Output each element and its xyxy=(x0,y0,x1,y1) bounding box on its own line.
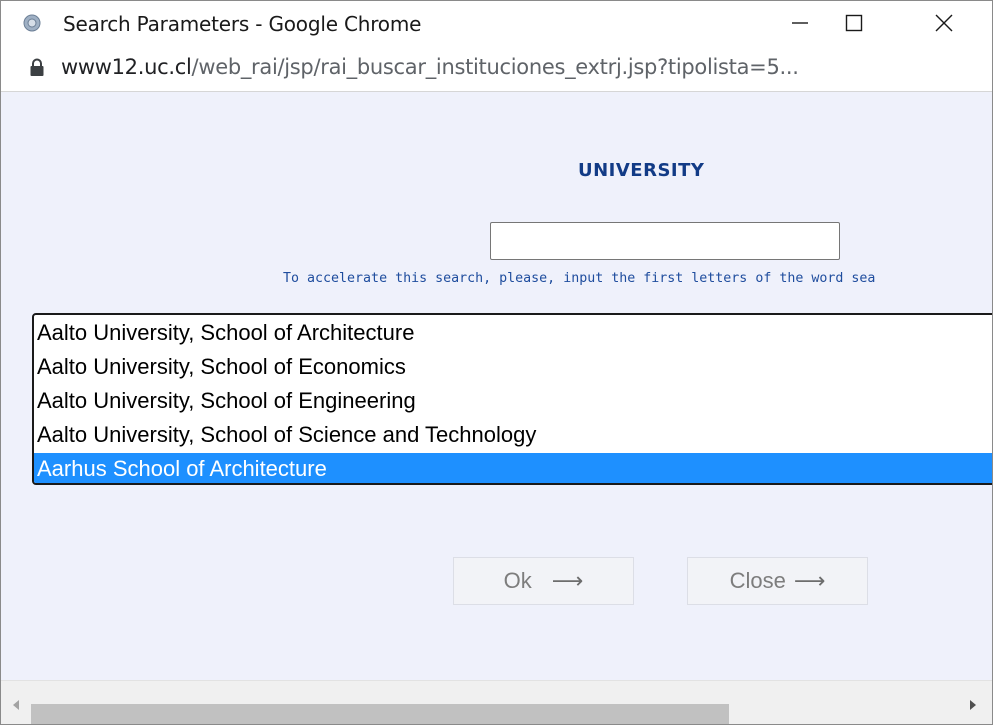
title-bar[interactable]: Search Parameters - Google Chrome xyxy=(1,1,992,45)
scrollbar-thumb[interactable] xyxy=(31,704,729,724)
url-host: www12.uc.cl xyxy=(61,55,192,79)
scroll-left-arrow-icon[interactable] xyxy=(11,698,21,716)
close-button-label: Close xyxy=(729,568,786,593)
close-window-button[interactable] xyxy=(914,1,974,45)
url-text[interactable]: www12.uc.cl/web_rai/jsp/rai_buscar_insti… xyxy=(61,55,799,79)
maximize-button[interactable] xyxy=(824,1,884,45)
horizontal-scrollbar[interactable] xyxy=(1,680,992,724)
window-title: Search Parameters - Google Chrome xyxy=(63,12,422,36)
list-item[interactable]: Aalto University, School of Science and … xyxy=(34,419,992,453)
browser-popup-window: Search Parameters - Google Chrome www12. xyxy=(0,0,993,725)
page-title: UNIVERSITY xyxy=(578,160,705,181)
minimize-button[interactable] xyxy=(770,1,830,45)
university-listbox[interactable]: Aalto University, School of Architecture… xyxy=(32,313,992,485)
search-hint: To accelerate this search, please, input… xyxy=(283,271,876,286)
close-icon xyxy=(935,14,953,32)
minimize-icon xyxy=(791,14,809,32)
list-item[interactable]: Aalto University, School of Engineering xyxy=(34,385,992,419)
list-item[interactable]: Aalto University, School of Economics xyxy=(34,351,992,385)
ok-button-label: Ok xyxy=(503,568,532,593)
url-path: /web_rai/jsp/rai_buscar_instituciones_ex… xyxy=(191,55,799,79)
close-button[interactable]: Close ⟶ xyxy=(687,557,868,605)
address-bar[interactable]: www12.uc.cl/web_rai/jsp/rai_buscar_insti… xyxy=(1,45,992,92)
ok-button[interactable]: Ok ⟶ xyxy=(453,557,634,605)
search-input[interactable] xyxy=(490,222,840,260)
list-item[interactable]: Aalto University, School of Architecture xyxy=(34,317,992,351)
page-content: UNIVERSITY To accelerate this search, pl… xyxy=(1,92,992,680)
scroll-right-arrow-icon[interactable] xyxy=(968,698,978,716)
maximize-icon xyxy=(845,14,863,32)
list-item-selected[interactable]: Aarhus School of Architecture xyxy=(34,453,992,483)
lock-icon[interactable] xyxy=(29,58,45,83)
right-arrow-icon: ⟶ xyxy=(793,568,826,594)
right-arrow-icon: ⟶ xyxy=(551,568,584,594)
chrome-favicon-icon xyxy=(23,14,41,32)
